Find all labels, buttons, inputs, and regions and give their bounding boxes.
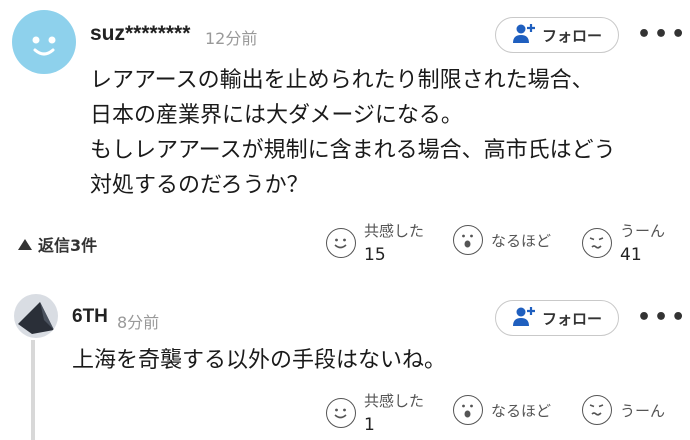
user-avatar-icon[interactable] — [12, 10, 76, 74]
comment-body: レアアースの輸出を止められたり制限された場合、 日本の産業界には大ダメージになる… — [90, 63, 616, 203]
replies-toggle[interactable]: 返信3件 — [18, 232, 97, 256]
comment-line: もしレアアースが規制に含まれる場合、高市氏はどう — [90, 138, 616, 163]
replies-label: 返信3件 — [38, 236, 98, 255]
follow-button[interactable]: フォロー — [495, 17, 619, 53]
reaction-label: うーん — [620, 401, 666, 420]
comment-time: 8分前 — [117, 313, 160, 332]
follow-label: フォロー — [541, 26, 602, 45]
comment-line: 日本の産業界には大ダメージになる。 — [90, 103, 463, 128]
reaction-empathy-button[interactable]: 共感した 15 — [326, 220, 424, 265]
reaction-label: うーん — [620, 222, 666, 240]
reaction-hmm-button[interactable]: うーん — [582, 395, 665, 425]
follow-button[interactable]: フォロー — [495, 300, 619, 336]
reaction-label: 共感した — [364, 222, 425, 240]
reaction-label: 共感した — [364, 392, 425, 410]
reaction-label: なるほど — [491, 231, 552, 250]
reaction-label: なるほど — [491, 401, 552, 420]
username[interactable]: suz******** — [90, 22, 190, 46]
surprised-icon — [453, 395, 483, 425]
comment-line: 対処するのだろうか？ — [90, 173, 309, 198]
comment-body: 上海を奇襲する以外の手段はないね。 — [72, 343, 446, 378]
reaction-insight-button[interactable]: なるほど — [453, 225, 551, 255]
confused-icon — [582, 395, 612, 425]
thread-line — [31, 340, 35, 440]
user-plus-icon — [512, 305, 536, 331]
surprised-icon — [453, 225, 483, 255]
more-menu-icon[interactable]: ••• — [637, 22, 688, 47]
confused-icon — [582, 228, 612, 258]
user-avatar-icon[interactable] — [14, 294, 58, 338]
more-menu-icon[interactable]: ••• — [637, 305, 688, 330]
reaction-insight-button[interactable]: なるほど — [453, 395, 551, 425]
reaction-empathy-button[interactable]: 共感した 1 — [326, 390, 424, 435]
reaction-hmm-button[interactable]: うーん 41 — [582, 220, 665, 265]
follow-label: フォロー — [541, 309, 602, 328]
user-plus-icon — [512, 22, 536, 48]
comment-time: 12分前 — [205, 29, 258, 48]
smile-icon — [326, 398, 356, 428]
smile-icon — [326, 228, 356, 258]
comment-line: レアアースの輸出を止められたり制限された場合、 — [90, 68, 594, 93]
username[interactable]: 6TH — [72, 306, 108, 328]
reaction-count: 41 — [620, 245, 642, 265]
reaction-count: 1 — [364, 415, 375, 435]
comment-line: 上海を奇襲する以外の手段はないね。 — [72, 348, 447, 373]
triangle-up-icon — [18, 238, 32, 250]
reaction-count: 15 — [364, 245, 386, 265]
